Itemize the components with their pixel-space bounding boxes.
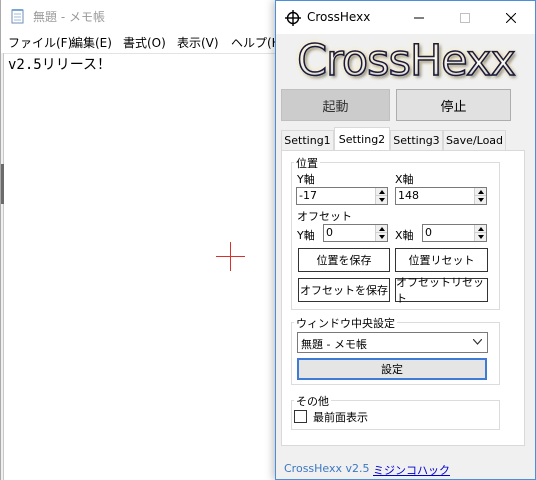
close-button[interactable] [488, 1, 534, 34]
window-center-group-label: ウィンドウ中央設定 [294, 315, 397, 331]
start-button[interactable]: 起動 [281, 89, 390, 121]
menu-format[interactable]: 書式(O) [123, 34, 166, 51]
x-position-stepper[interactable]: 148 [395, 187, 487, 205]
y-position-spin [375, 188, 387, 204]
maximize-button[interactable] [442, 1, 488, 34]
x-position-up[interactable] [475, 188, 486, 196]
y-offset-spin [375, 225, 387, 241]
reset-position-label: 位置リセット [408, 254, 475, 267]
x-position-value: 148 [398, 189, 419, 202]
x-offset-up[interactable] [475, 225, 486, 233]
menu-file[interactable]: ファイル(F) [8, 34, 72, 51]
crosshexx-window: CrossHexx CrossHexx 起動 停止 Setting1 Setti… [275, 0, 536, 480]
x-position-down[interactable] [475, 196, 486, 204]
offset-label: オフセット [297, 210, 352, 223]
notepad-content: v2.5リリース！ [8, 57, 112, 73]
x-offset-spin [474, 225, 486, 241]
minimize-button[interactable] [396, 1, 442, 34]
other-group-label: その他 [294, 393, 331, 409]
y-offset-up[interactable] [376, 225, 387, 233]
position-group-label: 位置 [294, 155, 320, 171]
author-link[interactable]: ミジンコハック [373, 462, 450, 478]
desktop: 無題 - メモ帳 ファイル(F) 編集(E) 書式(O) 表示(V) ヘルプ(H… [0, 0, 536, 480]
spin-down-icon [378, 198, 385, 202]
reset-offset-label: オフセットリセット [396, 276, 484, 305]
y-axis-label: Y軸 [297, 173, 315, 186]
offset-x-label: X軸 [395, 229, 414, 242]
close-icon [506, 12, 516, 23]
spin-up-icon [477, 189, 484, 194]
stop-button-label: 停止 [440, 99, 467, 115]
spin-up-icon [477, 226, 484, 231]
topmost-label: 最前面表示 [313, 411, 368, 424]
topmost-checkbox[interactable] [294, 410, 307, 423]
crosshexx-title: CrossHexx [307, 10, 371, 24]
tab-save-load[interactable]: Save/Load [443, 130, 506, 150]
set-button[interactable]: 設定 [297, 358, 487, 380]
tab-setting2-label: Setting2 [338, 132, 386, 146]
spin-down-icon [477, 198, 484, 202]
tab-save-load-label: Save/Load [445, 134, 504, 147]
notepad-icon [11, 9, 24, 24]
x-offset-down[interactable] [475, 233, 486, 241]
desktop-edge-dark [1, 164, 4, 204]
spin-up-icon [378, 189, 385, 194]
start-button-label: 起動 [322, 99, 349, 115]
y-position-down[interactable] [376, 196, 387, 204]
x-offset-value: 0 [425, 226, 432, 239]
y-offset-value: 0 [326, 226, 333, 239]
y-position-value: -17 [299, 189, 317, 202]
tab-setting3-label: Setting3 [393, 134, 440, 147]
crosshair-icon [285, 10, 301, 26]
window-select[interactable]: 無題 - メモ帳 [297, 332, 488, 353]
reset-position-button[interactable]: 位置リセット [395, 248, 488, 272]
spin-up-icon [378, 226, 385, 231]
save-position-button[interactable]: 位置を保存 [298, 248, 390, 272]
x-axis-label: X軸 [395, 173, 414, 186]
y-position-up[interactable] [376, 188, 387, 196]
tab-setting3[interactable]: Setting3 [390, 130, 443, 150]
tab-setting1[interactable]: Setting1 [281, 130, 334, 150]
crosshexx-logo: CrossHexx [281, 36, 531, 86]
menu-edit[interactable]: 編集(E) [71, 34, 112, 51]
y-offset-down[interactable] [376, 233, 387, 241]
version-text: CrossHexx v2.5 [284, 462, 370, 475]
save-offset-label: オフセットを保存 [300, 284, 388, 297]
crosshexx-titlebar[interactable]: CrossHexx [276, 1, 535, 34]
window-select-value: 無題 - メモ帳 [301, 338, 367, 351]
save-offset-button[interactable]: オフセットを保存 [298, 278, 390, 302]
set-button-label: 設定 [381, 363, 403, 376]
tab-setting2[interactable]: Setting2 [334, 127, 390, 150]
spin-down-icon [378, 235, 385, 239]
stop-button[interactable]: 停止 [396, 89, 511, 121]
menu-view[interactable]: 表示(V) [177, 34, 219, 51]
y-offset-stepper[interactable]: 0 [323, 224, 388, 242]
x-position-spin [474, 188, 486, 204]
notepad-title: 無題 - メモ帳 [33, 10, 105, 24]
chevron-down-icon [473, 339, 482, 345]
tab-panel-setting2: 位置 Y軸 X軸 -17 148 オフセット Y軸 0 X軸 0 位置を保存 位… [281, 150, 525, 446]
logo-text: CrossHexx [281, 36, 531, 86]
save-position-label: 位置を保存 [316, 254, 372, 267]
minimize-icon [414, 17, 424, 18]
y-position-stepper[interactable]: -17 [296, 187, 388, 205]
offset-y-label: Y軸 [297, 229, 315, 242]
reset-offset-button[interactable]: オフセットリセット [395, 276, 488, 305]
tab-setting1-label: Setting1 [284, 134, 331, 147]
maximize-icon [460, 12, 470, 23]
x-offset-stepper[interactable]: 0 [422, 224, 487, 242]
crosshair-vertical [230, 242, 231, 271]
spin-down-icon [477, 235, 484, 239]
desktop-edge [1, 53, 4, 480]
